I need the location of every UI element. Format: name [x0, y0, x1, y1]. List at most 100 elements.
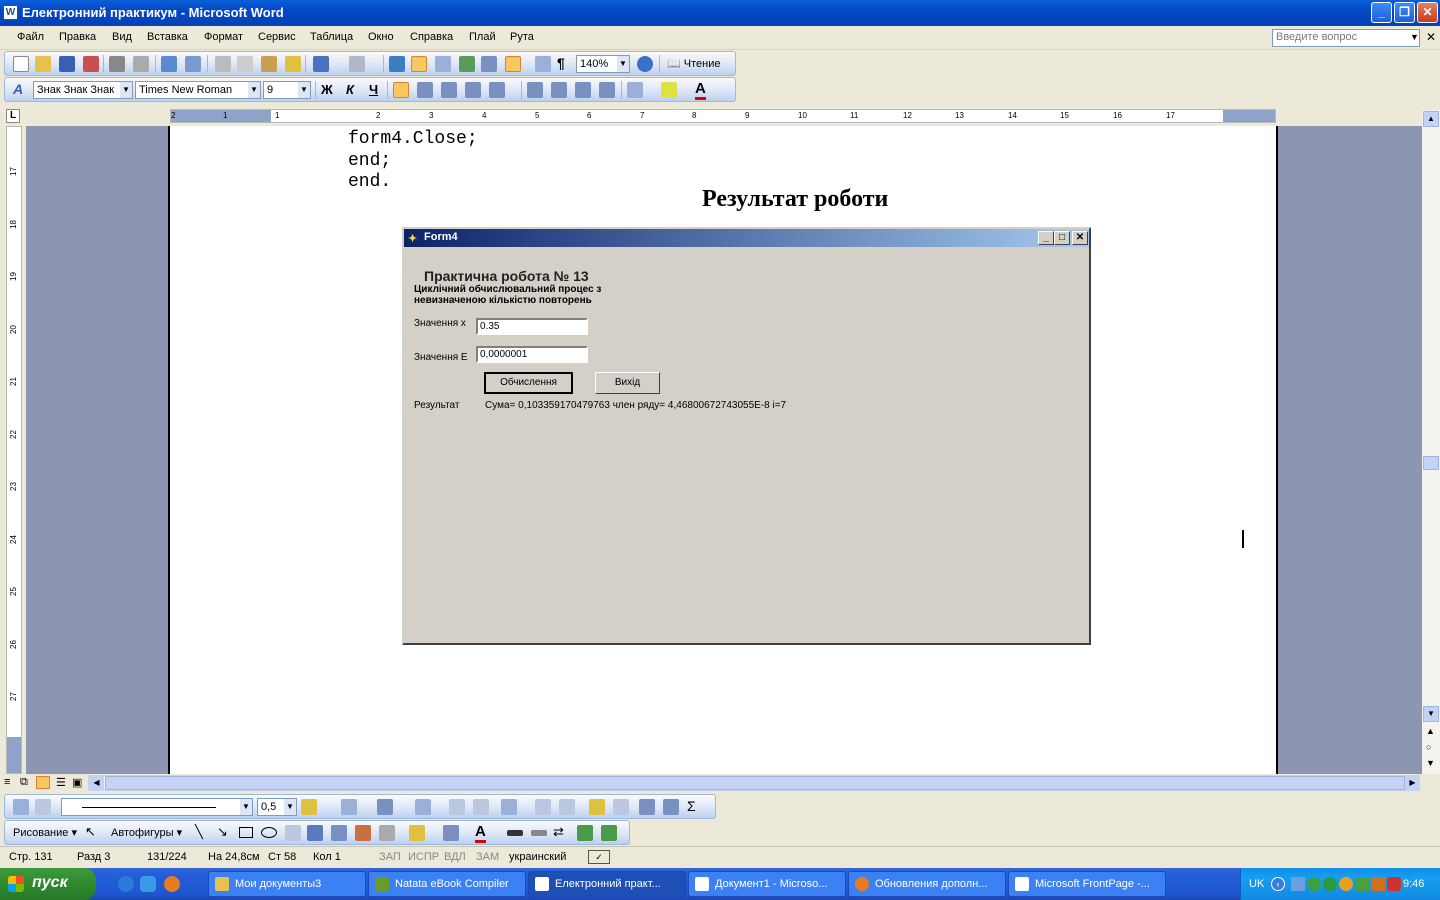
align-right-icon[interactable]: [441, 82, 457, 98]
scroll-left-icon[interactable]: ◀: [89, 776, 104, 790]
task-word-active[interactable]: Електронний практ...: [528, 871, 686, 897]
permission-icon[interactable]: [83, 56, 99, 72]
insert-excel-icon[interactable]: [459, 56, 475, 72]
tray-network-icon[interactable]: [1291, 877, 1305, 891]
outline-view-icon[interactable]: ☰: [56, 776, 66, 789]
cut-icon[interactable]: [215, 56, 231, 72]
print-icon[interactable]: [109, 56, 125, 72]
increase-indent-icon[interactable]: [599, 82, 615, 98]
format-painter-icon[interactable]: [285, 56, 301, 72]
task-frontpage[interactable]: Microsoft FrontPage -...: [1008, 871, 1166, 897]
tray-volume-icon[interactable]: [1371, 877, 1385, 891]
outside-border-icon[interactable]: [341, 799, 357, 815]
vertical-scrollbar[interactable]: ▲ ▼ ▲ ○ ▼: [1422, 110, 1440, 774]
form-close-button[interactable]: ✕: [1072, 231, 1088, 245]
zoom-select[interactable]: 140% ▼: [576, 55, 630, 73]
ie-quicklaunch-icon[interactable]: [118, 876, 134, 892]
redo-icon[interactable]: [349, 56, 365, 72]
text-direction-icon[interactable]: [613, 799, 629, 815]
line-icon[interactable]: ╲: [195, 824, 203, 840]
tray-expand-icon[interactable]: ‹: [1271, 877, 1285, 891]
show-hide-icon[interactable]: ¶: [557, 55, 565, 71]
document-page[interactable]: form4.Close; end; end. Результат роботи …: [168, 126, 1278, 774]
font-size-select[interactable]: 9 ▼: [263, 81, 311, 99]
align-left-icon[interactable]: [393, 82, 409, 98]
line-spacing-icon[interactable]: [489, 82, 505, 98]
spelling-status-icon[interactable]: ✓: [588, 850, 610, 864]
line-weight-select[interactable]: 0,5 ▼: [257, 798, 297, 816]
oval-icon[interactable]: [261, 827, 277, 838]
document-map-icon[interactable]: [535, 56, 551, 72]
highlight-icon[interactable]: [661, 82, 677, 98]
reading-layout-icon[interactable]: ▣: [72, 776, 82, 789]
tab-selector-icon[interactable]: L: [6, 109, 20, 123]
menu-insert[interactable]: Вставка: [147, 31, 188, 43]
form-minimize-button[interactable]: _: [1038, 231, 1054, 245]
align-center-icon[interactable]: [417, 82, 433, 98]
select-browse-object-icon[interactable]: ○: [1426, 742, 1431, 752]
drawing-menu[interactable]: Рисование ▾: [13, 826, 77, 839]
autosum-icon[interactable]: Σ: [687, 798, 696, 814]
insert-picture-icon[interactable]: [379, 825, 395, 841]
tray-firefox-icon[interactable]: [1339, 877, 1353, 891]
start-button[interactable]: пуск: [0, 868, 96, 900]
status-ovr[interactable]: ЗАМ: [476, 851, 499, 863]
horizontal-scrollbar[interactable]: ◀ ▶: [88, 775, 1420, 791]
help-icon[interactable]: [637, 56, 653, 72]
menu-view[interactable]: Вид: [112, 31, 132, 43]
border-color-icon[interactable]: [301, 799, 317, 815]
text-box-icon[interactable]: [285, 825, 301, 841]
save-icon[interactable]: [59, 56, 75, 72]
menu-format[interactable]: Формат: [204, 31, 243, 43]
shading-color-icon[interactable]: [377, 799, 393, 815]
align-cell-icon[interactable]: [501, 799, 517, 815]
distribute-columns-icon[interactable]: [559, 799, 575, 815]
line-color-icon[interactable]: [443, 825, 459, 841]
new-document-icon[interactable]: [13, 56, 29, 72]
tray-update-icon[interactable]: [1355, 877, 1369, 891]
tables-borders-icon[interactable]: [411, 56, 427, 72]
borders-icon[interactable]: [627, 82, 643, 98]
font-color-icon[interactable]: A: [695, 80, 706, 100]
scroll-down-icon[interactable]: ▼: [1423, 706, 1439, 722]
task-firefox-updates[interactable]: Обновления дополн...: [848, 871, 1006, 897]
calculate-button[interactable]: Обчислення: [484, 372, 573, 394]
print-layout-icon[interactable]: [36, 776, 50, 789]
bold-button[interactable]: Ж: [321, 82, 333, 97]
hyperlink-icon[interactable]: [389, 56, 405, 72]
scroll-thumb[interactable]: [1423, 456, 1439, 470]
language-indicator[interactable]: UK: [1249, 878, 1264, 890]
normal-view-icon[interactable]: ≡: [4, 776, 10, 788]
print-preview-icon[interactable]: [133, 56, 149, 72]
sort-descending-icon[interactable]: [663, 799, 679, 815]
draw-table-icon[interactable]: [13, 799, 29, 815]
task-word-document1[interactable]: Документ1 - Microso...: [688, 871, 846, 897]
italic-button[interactable]: К: [346, 82, 354, 97]
justify-icon[interactable]: [465, 82, 481, 98]
close-button[interactable]: ✕: [1417, 2, 1438, 23]
diagram-icon[interactable]: [331, 825, 347, 841]
line-style-select[interactable]: ▼: [61, 798, 253, 816]
firefox-quicklaunch-icon[interactable]: [164, 876, 180, 892]
wordart-icon[interactable]: [307, 825, 323, 841]
status-ext[interactable]: ВДЛ: [444, 851, 466, 863]
arrow-style-icon[interactable]: ⇄: [553, 824, 564, 840]
eraser-icon[interactable]: [35, 799, 51, 815]
menu-help[interactable]: Справка: [410, 31, 453, 43]
x-input[interactable]: 0.35: [476, 318, 588, 335]
restore-button[interactable]: ❐: [1394, 2, 1415, 23]
decrease-indent-icon[interactable]: [575, 82, 591, 98]
ask-question-input[interactable]: Введите вопрос: [1272, 29, 1420, 47]
exit-button[interactable]: Вихід: [595, 372, 660, 394]
sort-ascending-icon[interactable]: [639, 799, 655, 815]
task-ebook-compiler[interactable]: Natata eBook Compiler: [368, 871, 526, 897]
web-layout-icon[interactable]: ⧉: [20, 776, 28, 789]
form-maximize-button[interactable]: □: [1054, 231, 1070, 245]
arrow-icon[interactable]: ↘: [217, 824, 228, 840]
task-my-documents[interactable]: Мои документы3: [208, 871, 366, 897]
scroll-right-icon[interactable]: ▶: [1405, 776, 1420, 790]
menu-table[interactable]: Таблица: [310, 31, 353, 43]
research-icon[interactable]: [185, 56, 201, 72]
line-style-icon[interactable]: [507, 830, 523, 836]
spelling-icon[interactable]: [161, 56, 177, 72]
